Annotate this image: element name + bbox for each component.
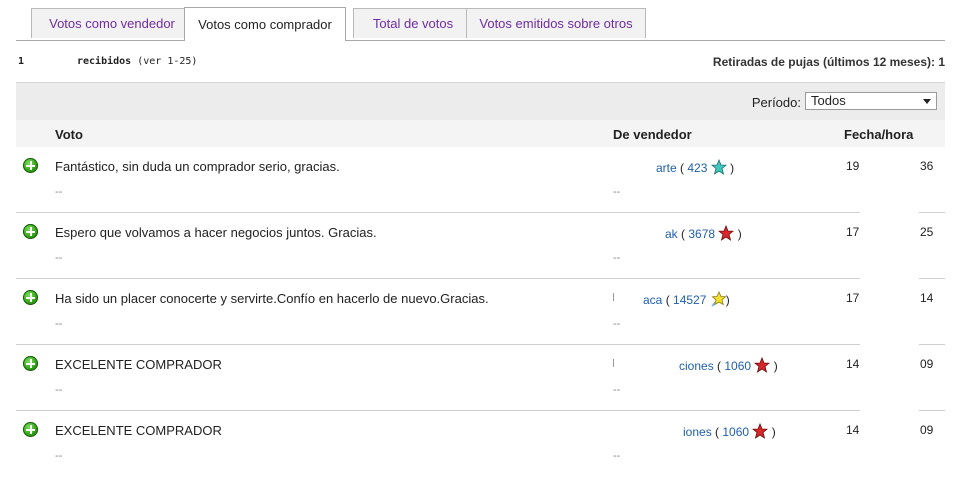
feedback-comment: Fantástico, sin duda un comprador serio,… [55, 159, 340, 174]
cell-marker [613, 293, 614, 301]
paren-open: ( [662, 293, 674, 307]
hidden-time-block [860, 147, 919, 213]
star-icon [754, 357, 771, 373]
periodo-selected-value: Todos [811, 93, 846, 108]
time-fragment: 25 [920, 225, 934, 239]
time-fragment: 09 [920, 357, 934, 371]
star-icon [710, 159, 727, 175]
seller-reply: -- [613, 450, 621, 462]
feedback-count: 1 [18, 56, 25, 67]
tab-votos-emitidos[interactable]: Votos emitidos sobre otros [466, 8, 646, 38]
seller-score-link[interactable]: 1060 [722, 425, 749, 439]
time-fragment: 09 [920, 423, 934, 437]
paren-open: ( [676, 161, 688, 175]
retiradas-label: Retiradas de pujas (últimos 12 meses): 1 [712, 55, 945, 69]
date-fragment: 14 [846, 423, 860, 437]
table-row: EXCELENTE COMPRADOR -- -- iones ( 1060 )… [16, 411, 945, 477]
cell-marker [613, 359, 614, 367]
seller-reply: -- [613, 186, 621, 198]
seller-reply: -- [613, 252, 621, 264]
received-label: recibidos [77, 56, 132, 67]
feedback-reply: -- [55, 318, 63, 330]
filter-bar: Período: Todos [16, 82, 945, 120]
tab-votos-vendedor[interactable]: Votos como vendedor [31, 8, 193, 38]
seller-name-link[interactable]: iones [683, 425, 712, 439]
paren-close: ) [770, 359, 778, 373]
paren-close: ) [768, 425, 776, 439]
feedback-reply: -- [55, 450, 63, 462]
chevron-down-icon [923, 99, 931, 104]
feedback-comment: EXCELENTE COMPRADOR [55, 357, 222, 372]
paren-open: ( [711, 425, 723, 439]
seller-score-link[interactable]: 423 [687, 161, 707, 175]
feedback-reply: -- [55, 186, 63, 198]
paren-close: ) [725, 293, 730, 307]
star-icon [718, 225, 735, 241]
date-fragment: 17 [846, 225, 860, 239]
feedback-comment: EXCELENTE COMPRADOR [55, 423, 222, 438]
seller-info[interactable]: aca ( 14527 ) [643, 291, 730, 307]
positive-feedback-icon [23, 224, 38, 239]
feedback-reply: -- [55, 384, 63, 396]
column-header-voto: Voto [55, 127, 83, 142]
tab-votos-comprador[interactable]: Votos como comprador [184, 7, 346, 41]
seller-info[interactable]: ciones ( 1060 ) [679, 357, 778, 373]
paren-open: ( [677, 227, 689, 241]
time-fragment: 36 [920, 159, 934, 173]
paren-close: ) [734, 227, 742, 241]
shooting-star-icon [711, 291, 726, 307]
positive-feedback-icon [23, 158, 38, 173]
table-row: Espero que volvamos a hacer negocios jun… [16, 213, 945, 279]
positive-feedback-icon [23, 290, 38, 305]
periodo-select[interactable]: Todos [805, 92, 937, 110]
positive-feedback-icon [23, 356, 38, 371]
summary-line: 1 recibidos (ver 1-25) Retiradas de puja… [0, 55, 973, 71]
feedback-comment: Espero que volvamos a hacer negocios jun… [55, 225, 377, 240]
star-icon [752, 423, 769, 439]
hidden-time-block [860, 411, 919, 477]
table-row: Ha sido un placer conocerte y servirte.C… [16, 279, 945, 345]
seller-reply: -- [613, 384, 621, 396]
received-info: recibidos (ver 1-25) [77, 56, 197, 67]
seller-info[interactable]: arte ( 423 ) [656, 159, 734, 175]
feedback-comment: Ha sido un placer conocerte y servirte.C… [55, 291, 489, 306]
paren-open: ( [713, 359, 725, 373]
column-header-fecha: Fecha/hora [844, 127, 914, 142]
hidden-time-block [860, 345, 919, 411]
seller-name-link[interactable]: aca [643, 293, 662, 307]
feedback-reply: -- [55, 252, 63, 264]
seller-name-link[interactable]: arte [656, 161, 677, 175]
tab-bar: Votos como vendedor Votos como comprador… [16, 0, 945, 41]
seller-reply: -- [613, 318, 621, 330]
seller-name-link[interactable]: ciones [679, 359, 714, 373]
seller-name-link[interactable]: ak [665, 227, 678, 241]
seller-score-link[interactable]: 3678 [688, 227, 715, 241]
hidden-time-block [860, 279, 919, 345]
table-row: EXCELENTE COMPRADOR -- -- ciones ( 1060 … [16, 345, 945, 411]
date-fragment: 14 [846, 357, 860, 371]
tab-total-votos[interactable]: Total de votos [353, 8, 473, 38]
seller-score-link[interactable]: 14527 [673, 293, 706, 307]
time-fragment: 14 [920, 291, 934, 305]
table-row: Fantástico, sin duda un comprador serio,… [16, 147, 945, 213]
seller-info[interactable]: ak ( 3678 ) [665, 225, 742, 241]
column-header-vendedor: De vendedor [613, 127, 692, 142]
date-fragment: 19 [846, 159, 860, 173]
range-label: (ver 1-25) [137, 56, 198, 67]
seller-score-link[interactable]: 1060 [724, 359, 751, 373]
positive-feedback-icon [23, 422, 38, 437]
date-fragment: 17 [846, 291, 860, 305]
seller-info[interactable]: iones ( 1060 ) [683, 423, 776, 439]
periodo-label: Período: [751, 95, 801, 110]
table-header: Voto De vendedor Fecha/hora [16, 120, 945, 147]
hidden-time-block [860, 213, 919, 279]
paren-close: ) [726, 161, 735, 175]
